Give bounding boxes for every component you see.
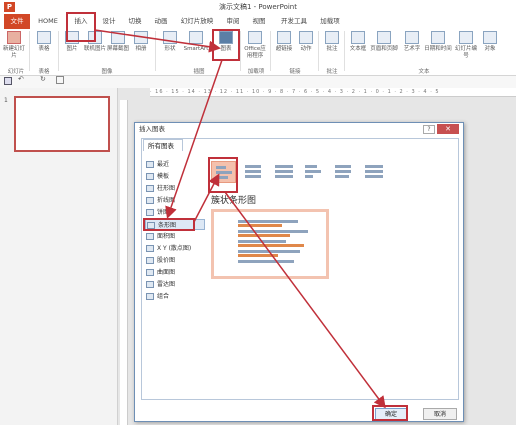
tutorial-arrows <box>94 29 386 409</box>
arrow-chart-to-bar <box>165 59 223 219</box>
arrow-subtype-to-ok <box>224 191 386 409</box>
arrow-bar-to-subtype <box>193 173 220 223</box>
arrow-insert-to-chart <box>94 29 221 53</box>
powerpoint-window: P 演示文稿1 - PowerPoint 文件 HOME 插入 设计 切换 动画… <box>0 0 516 425</box>
